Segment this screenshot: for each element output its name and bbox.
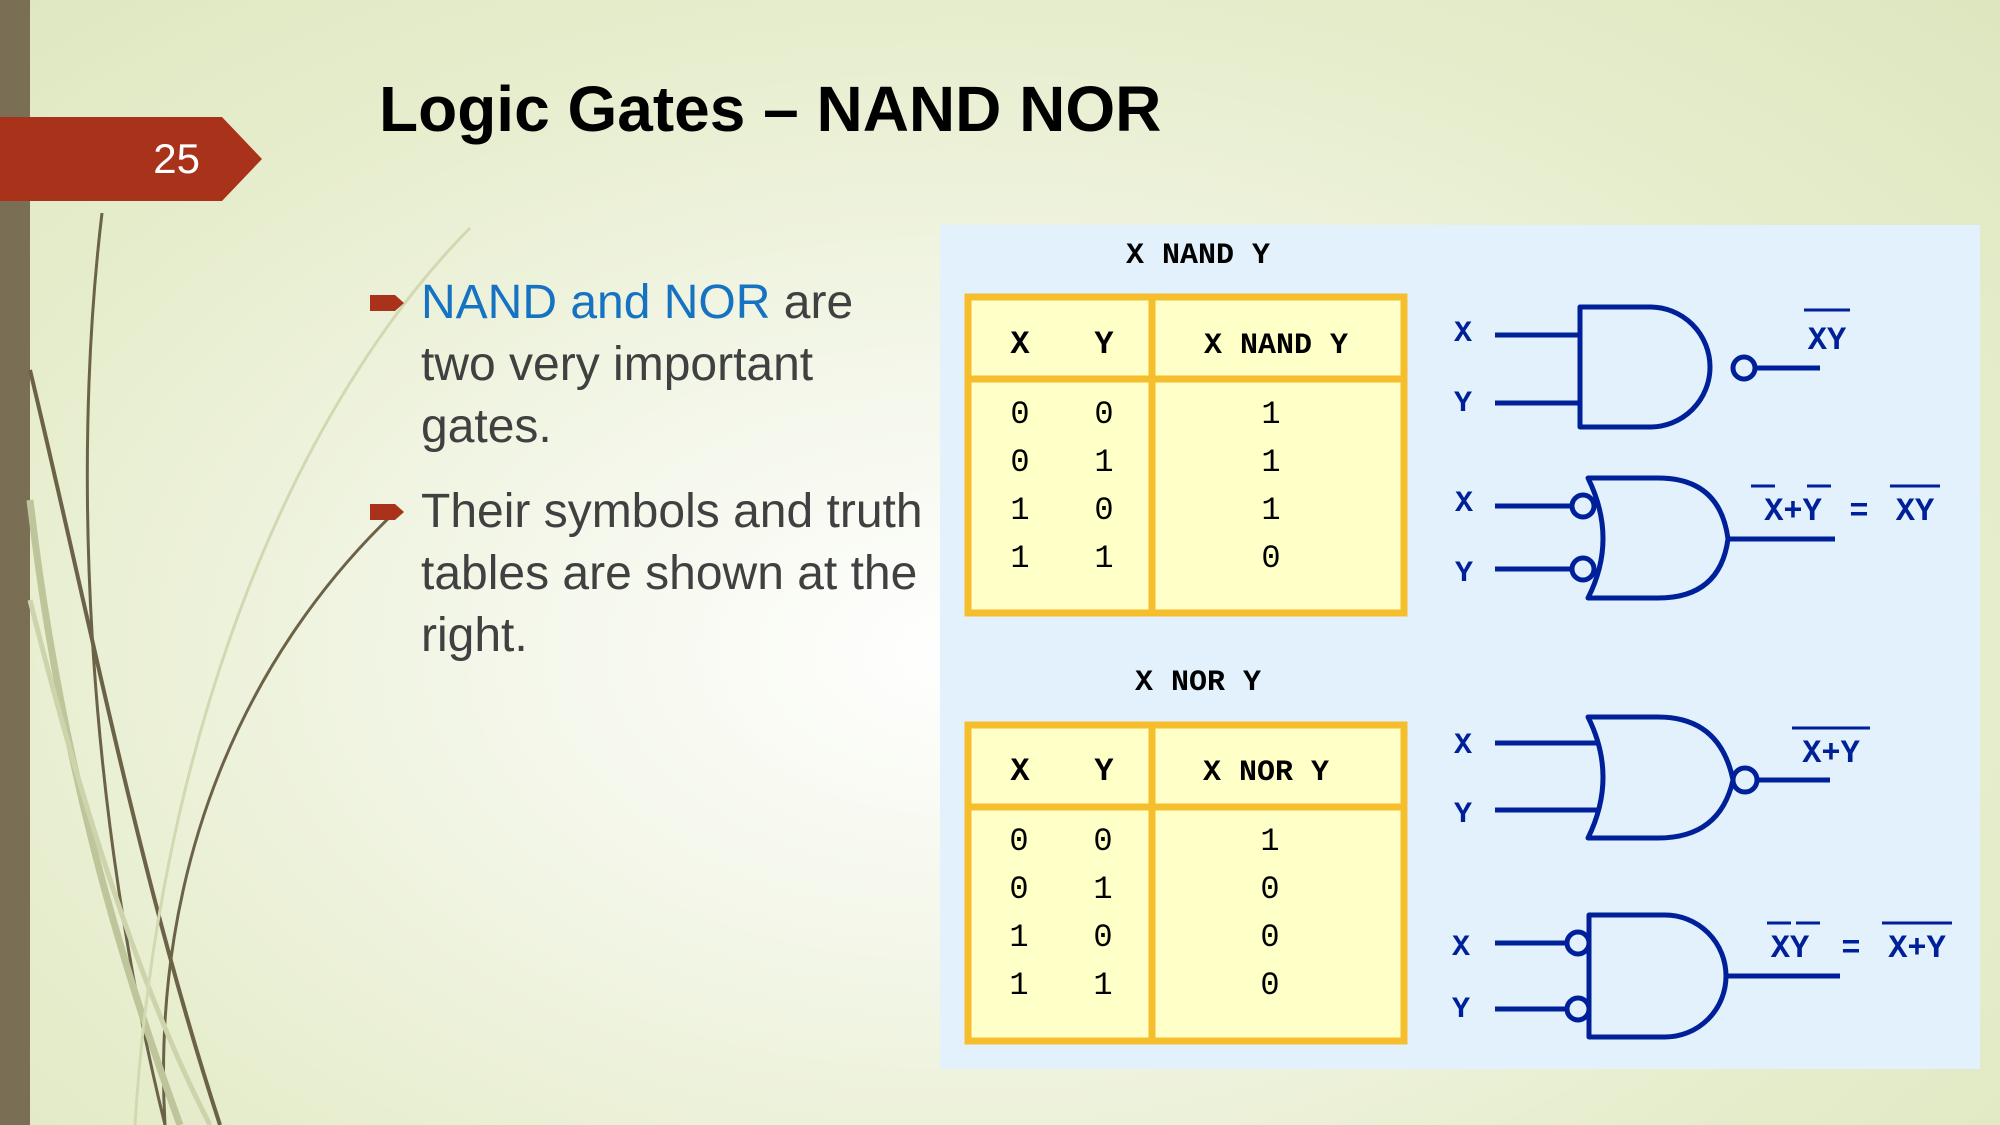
nor-gate-icon [1495,714,1830,841]
table-cell: 0 [1261,540,1280,577]
table-header: X [1010,753,1030,790]
gate-output-expression: X+Y [1764,493,1822,530]
table-cell: 0 [1010,396,1029,433]
table-cell: 0 [1093,823,1112,860]
gate-output-equals: = [1841,930,1860,967]
right-arrow-bullet-icon [370,504,404,520]
gate-input-label: Y [1452,993,1470,1027]
logic-gates-figure: X NAND Y X Y X NAND Y 0 0 1 0 1 1 1 0 1 … [940,225,1980,1069]
table-cell: 0 [1009,823,1028,860]
table-header: Y [1094,326,1114,363]
bullet-item: NAND and NOR are two very important gate… [368,272,928,458]
table-cell: 0 [1260,967,1279,1004]
table-cell: 0 [1260,871,1279,908]
bullet-highlight: NAND and NOR [421,276,771,329]
gate-output-equals: = [1849,493,1868,530]
table-cell: 0 [1009,871,1028,908]
nor-truth-table: X NOR Y X Y X NOR Y 0 0 1 0 1 0 1 0 0 1 … [964,666,1408,1045]
table-cell: 1 [1009,967,1028,1004]
table-cell: 1 [1009,919,1028,956]
gate-output-expression: X+Y [1888,930,1946,967]
bullet-item: Their symbols and truth tables are shown… [368,481,928,667]
nand-gate-icon [1495,304,1820,430]
table-cell: 0 [1094,396,1113,433]
gate-input-label: Y [1454,387,1472,421]
table-cell: 1 [1260,823,1279,860]
bullet-text: Their symbols and truth tables are shown… [421,481,928,667]
nand-table-title: X NAND Y [1126,239,1270,273]
table-cell: 1 [1094,444,1113,481]
gate-output-expression: XY [1896,493,1935,530]
gate-input-label: X [1454,317,1472,351]
nor-table-title: X NOR Y [1135,666,1261,700]
gate-input-label: X [1452,931,1470,965]
table-cell: 1 [1261,396,1280,433]
table-cell: 1 [1010,540,1029,577]
table-cell: 1 [1010,492,1029,529]
right-arrow-bullet-icon [370,295,404,311]
bullet-body: Their symbols and truth tables are shown… [421,485,923,662]
table-header: X [1010,326,1030,363]
table-cell: 0 [1010,444,1029,481]
nand-truth-table: X NAND Y X Y X NAND Y 0 0 1 0 1 1 1 0 1 … [964,239,1408,617]
slide-number: 25 [153,135,200,182]
gate-input-label: X [1454,729,1472,763]
table-cell: 1 [1261,444,1280,481]
gate-input-label: X [1455,487,1473,521]
gate-input-label: Y [1455,557,1473,591]
table-cell: 1 [1261,492,1280,529]
table-header: Y [1094,753,1114,790]
table-cell: 0 [1093,919,1112,956]
negation-overbars [1751,308,1952,925]
gate-output-expression: X+Y [1802,735,1860,772]
bullet-text: NAND and NOR are two very important gate… [421,272,928,458]
gate-output-expression: XY [1808,322,1847,359]
table-cell: 0 [1260,919,1279,956]
gate-input-label: Y [1454,798,1472,832]
table-cell: 1 [1093,967,1112,1004]
table-cell: 1 [1094,540,1113,577]
gate-output-expression: XY [1771,930,1810,967]
table-cell: 1 [1093,871,1112,908]
table-header: X NAND Y [1204,329,1348,363]
table-cell: 0 [1094,492,1113,529]
table-header: X NOR Y [1203,756,1329,790]
page-title: Logic Gates – NAND NOR [379,73,1162,145]
